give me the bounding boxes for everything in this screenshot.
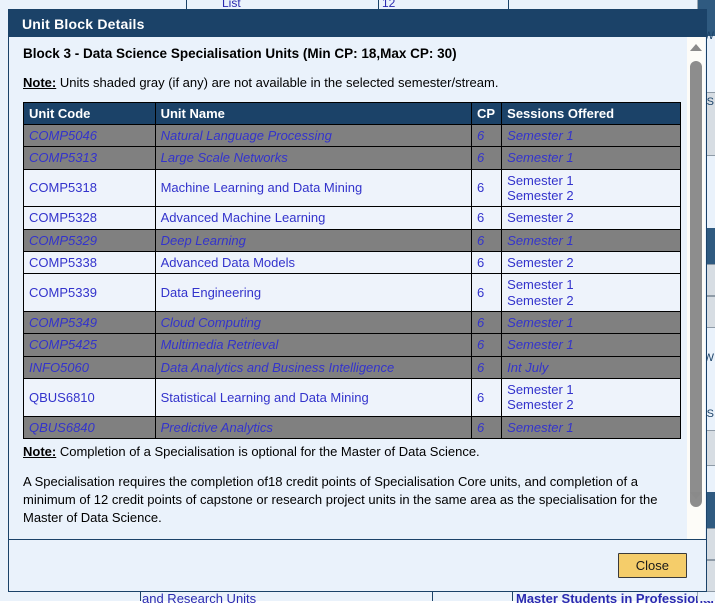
cell-unit-name: Machine Learning and Data Mining — [154, 168, 473, 208]
specialisation-optional-note: Note: Completion of a Specialisation is … — [23, 443, 679, 461]
scroll-up-arrow-icon[interactable] — [687, 40, 705, 55]
cell-cp: 6 — [471, 146, 503, 170]
background-right-letter: S — [706, 408, 714, 420]
cell-unit-name: Predictive Analytics — [154, 415, 473, 439]
cell-cp: 6 — [471, 355, 503, 379]
cell-sessions-offered: Int July — [501, 355, 681, 379]
cell-cp: 6 — [471, 273, 503, 312]
cell-sessions-offered: Semester 1 Semester 2 — [501, 273, 681, 312]
units-table-header-row: Unit Code Unit Name CP Sessions Offered — [23, 102, 681, 125]
cell-unit-code: COMP5328 — [23, 206, 156, 230]
units-table-body: COMP5046 Natural Language Processing 6 Seme… — [23, 123, 681, 439]
cell-sessions-offered: Semester 1 — [501, 123, 681, 148]
table-row[interactable]: COMP5329 Deep Learning 6 Semester 1 — [23, 228, 681, 252]
column-header-unit-code: Unit Code — [23, 102, 156, 125]
background-right-letter: S — [706, 96, 714, 108]
cell-cp: 6 — [471, 250, 503, 275]
dialog-scrollbar[interactable] — [687, 37, 705, 539]
cell-sessions-offered: Semester 1 — [501, 228, 681, 252]
note-text: Units shaded gray (if any) are not avail… — [56, 75, 499, 90]
table-row[interactable]: INFO5060 Data Analytics and Business Inte… — [23, 355, 681, 379]
scroll-down-arrow-icon[interactable] — [687, 488, 705, 503]
close-button[interactable]: Close — [617, 553, 687, 578]
cell-cp: 6 — [471, 228, 503, 252]
cell-cp: 6 — [471, 123, 503, 148]
column-header-cp: CP — [471, 102, 503, 125]
cell-unit-name: Multimedia Retrieval — [154, 333, 473, 357]
cell-sessions-offered: Semester 1 — [501, 310, 681, 335]
cell-cp: 6 — [471, 168, 503, 208]
cell-unit-name: Statistical Learning and Data Mining — [154, 377, 473, 417]
cell-unit-name: Large Scale Networks — [154, 146, 473, 170]
cell-unit-name: Deep Learning — [154, 228, 473, 252]
note-label: Note: — [23, 75, 57, 90]
cell-cp: 6 — [471, 333, 503, 357]
cell-sessions-offered: Semester 1 Semester 2 — [501, 377, 681, 417]
cell-unit-code: COMP5313 — [23, 146, 156, 170]
gray-shading-note: Note: Units shaded gray (if any) are not… — [23, 75, 679, 90]
dialog-body: Block 3 - Data Science Specialisation Un… — [9, 37, 706, 539]
cell-sessions-offered: Semester 2 — [501, 206, 681, 230]
scrollbar-thumb[interactable] — [690, 61, 702, 507]
table-row[interactable]: COMP5318 Machine Learning and Data Mining… — [23, 168, 681, 208]
cell-unit-code: COMP5349 — [23, 310, 156, 335]
dialog-title: Unit Block Details — [22, 15, 145, 32]
cell-cp: 6 — [471, 415, 503, 439]
cell-unit-code: COMP5338 — [23, 250, 156, 275]
table-row[interactable]: QBUS6810 Statistical Learning and Data Mi… — [23, 377, 681, 417]
cell-sessions-offered: Semester 2 — [501, 250, 681, 275]
paragraph-requirements: A Specialisation requires the completion… — [23, 474, 658, 525]
cell-unit-code: COMP5329 — [23, 228, 156, 252]
background-bottom-label-2: Master Students in Professional — [516, 591, 714, 606]
cell-cp: 6 — [471, 310, 503, 335]
table-row[interactable]: COMP5349 Cloud Computing 6 Semester 1 — [23, 310, 681, 335]
cell-unit-name: Data Engineering — [154, 273, 473, 312]
table-row[interactable]: QBUS6840 Predictive Analytics 6 Semester 1 — [23, 415, 681, 439]
background-bottom-label: and Research Units — [142, 591, 257, 606]
block-title: Block 3 - Data Science Specialisation Un… — [23, 46, 457, 61]
cell-unit-name: Advanced Data Models — [154, 250, 473, 275]
table-row[interactable]: COMP5425 Multimedia Retrieval 6 Semester 1 — [23, 333, 681, 357]
table-row[interactable]: COMP5313 Large Scale Networks 6 Semester 1 — [23, 146, 681, 170]
cell-unit-name: Data Analytics and Business Intelligence — [154, 355, 473, 379]
cell-unit-name: Advanced Machine Learning — [154, 206, 473, 230]
cell-unit-name: Cloud Computing — [154, 310, 473, 335]
cell-sessions-offered: Semester 1 — [501, 415, 681, 439]
table-row[interactable]: COMP5328 Advanced Machine Learning 6 Semest… — [23, 206, 681, 230]
dialog-titlebar: Unit Block Details — [9, 10, 706, 37]
column-header-unit-name: Unit Name — [154, 102, 473, 125]
column-header-sessions-offered: Sessions Offered — [501, 102, 681, 125]
post-note-label: Note: — [23, 443, 57, 459]
cell-unit-code: COMP5339 — [23, 273, 156, 312]
cell-unit-code: COMP5046 — [23, 123, 156, 148]
table-row[interactable]: COMP5046 Natural Language Processing 6 Seme… — [23, 123, 681, 148]
dialog-scroll-viewport[interactable]: Block 3 - Data Science Specialisation Un… — [9, 37, 687, 539]
unit-block-details-dialog: Unit Block Details Block 3 - Data Scienc… — [8, 9, 707, 592]
cell-unit-name: Natural Language Processing — [154, 123, 473, 148]
dialog-footer: Close — [9, 539, 706, 591]
units-table: Unit Code Unit Name CP Sessions Offered … — [23, 102, 681, 439]
cell-unit-code: QBUS6810 — [23, 377, 156, 417]
table-row[interactable]: COMP5339 Data Engineering 6 Semester 1 Seme… — [23, 273, 681, 312]
cell-unit-code: QBUS6840 — [23, 415, 156, 439]
cell-sessions-offered: Semester 1 — [501, 333, 681, 357]
cell-cp: 6 — [471, 377, 503, 417]
cell-unit-code: COMP5425 — [23, 333, 156, 357]
cell-unit-code: COMP5318 — [23, 168, 156, 208]
cell-unit-code: INFO5060 — [23, 355, 156, 379]
cell-cp: 6 — [471, 206, 503, 230]
cell-sessions-offered: Semester 1 Semester 2 — [501, 168, 681, 208]
table-row[interactable]: COMP5338 Advanced Data Models 6 Semester 2 — [23, 250, 681, 275]
cell-sessions-offered: Semester 1 — [501, 146, 681, 170]
post-note-text: Completion of a Specialisation is option… — [56, 443, 480, 459]
